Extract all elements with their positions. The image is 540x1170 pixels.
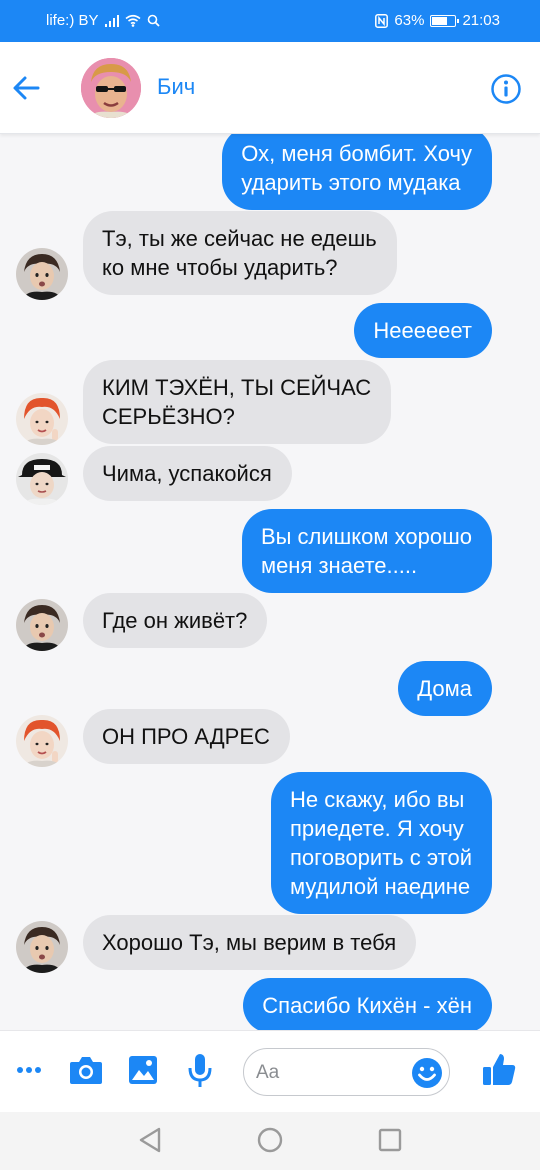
message-bubble[interactable]: Тэ, ты же сейчас не едешь ко мне чтобы у… [83,211,397,295]
message-outgoing: Спасибо Кихён - хён [243,978,492,1030]
conversation-header: Бич [0,42,540,134]
carrier-label: life:) BY [46,12,99,29]
message-incoming: ОН ПРО АДРЕС [83,709,290,764]
battery-icon [430,14,460,27]
back-arrow-icon[interactable] [12,70,42,106]
nav-home-icon[interactable] [256,1126,284,1154]
message-outgoing: Вы слишком хорошо меня знаете..... [241,509,492,593]
message-incoming: Тэ, ты же сейчас не едешь ко мне чтобы у… [83,211,397,295]
signal-icon [104,14,119,27]
message-bubble[interactable]: КИМ ТЭХЁН, ТЫ СЕЙЧАС СЕРЬЁЗНО? [83,360,392,444]
message-thread[interactable]: Ох, меня бомбит. Хочу ударить этого муда… [0,134,540,1030]
message-bubble[interactable]: Спасибо Кихён - хён [243,978,492,1030]
message-bubble[interactable]: Где он живёт? [83,593,268,648]
nav-recents-icon[interactable] [378,1128,402,1152]
message-input[interactable] [256,1059,406,1087]
message-incoming: Хорошо Тэ, мы верим в тебя [83,915,417,970]
wifi-icon [125,14,141,27]
message-bubble[interactable]: ОН ПРО АДРЕС [83,709,290,764]
message-bubble[interactable]: Ох, меня бомбит. Хочу ударить этого муда… [222,134,492,210]
message-incoming: Где он живёт? [83,593,268,648]
contact-avatar[interactable] [81,58,141,118]
nfc-icon [375,13,389,28]
sender-avatar[interactable] [16,715,68,767]
message-bubble[interactable]: Чима, успакойся [83,446,292,501]
contact-name[interactable]: Бич [157,74,195,100]
sender-avatar[interactable] [16,921,68,973]
message-bubble[interactable]: Вы слишком хорошо меня знаете..... [241,509,492,593]
message-outgoing: Дома [398,661,492,716]
like-icon[interactable] [481,1051,517,1087]
message-bubble[interactable]: Неееееет [354,303,492,358]
message-outgoing: Не скажу, ибо вы приедете. Я хочу погово… [271,772,492,914]
composer-bar [0,1030,540,1112]
microphone-icon[interactable] [187,1053,213,1089]
message-input-wrapper [243,1048,450,1096]
message-outgoing: Неееееет [354,303,492,358]
search-icon [147,14,160,27]
emoji-icon[interactable] [411,1057,443,1089]
status-bar: life:) BY 63% 21:03 [0,0,540,42]
message-outgoing: Ох, меня бомбит. Хочу ударить этого муда… [222,134,492,210]
message-incoming: Чима, успакойся [83,446,292,501]
message-bubble[interactable]: Не скажу, ибо вы приедете. Я хочу погово… [271,772,492,914]
gallery-icon[interactable] [128,1055,158,1085]
sender-avatar[interactable] [16,453,68,505]
clock: 21:03 [462,12,500,29]
sender-avatar[interactable] [16,599,68,651]
more-icon[interactable] [16,1065,42,1075]
message-bubble[interactable]: Хорошо Тэ, мы верим в тебя [83,915,417,970]
info-icon[interactable] [490,73,522,105]
nav-back-icon[interactable] [138,1126,162,1154]
message-bubble[interactable]: Дома [398,661,492,716]
sender-avatar[interactable] [16,248,68,300]
message-incoming: КИМ ТЭХЁН, ТЫ СЕЙЧАС СЕРЬЁЗНО? [83,360,392,444]
battery-percent: 63% [394,12,425,29]
camera-icon[interactable] [69,1055,103,1085]
system-nav-bar [0,1112,540,1170]
sender-avatar[interactable] [16,393,68,445]
